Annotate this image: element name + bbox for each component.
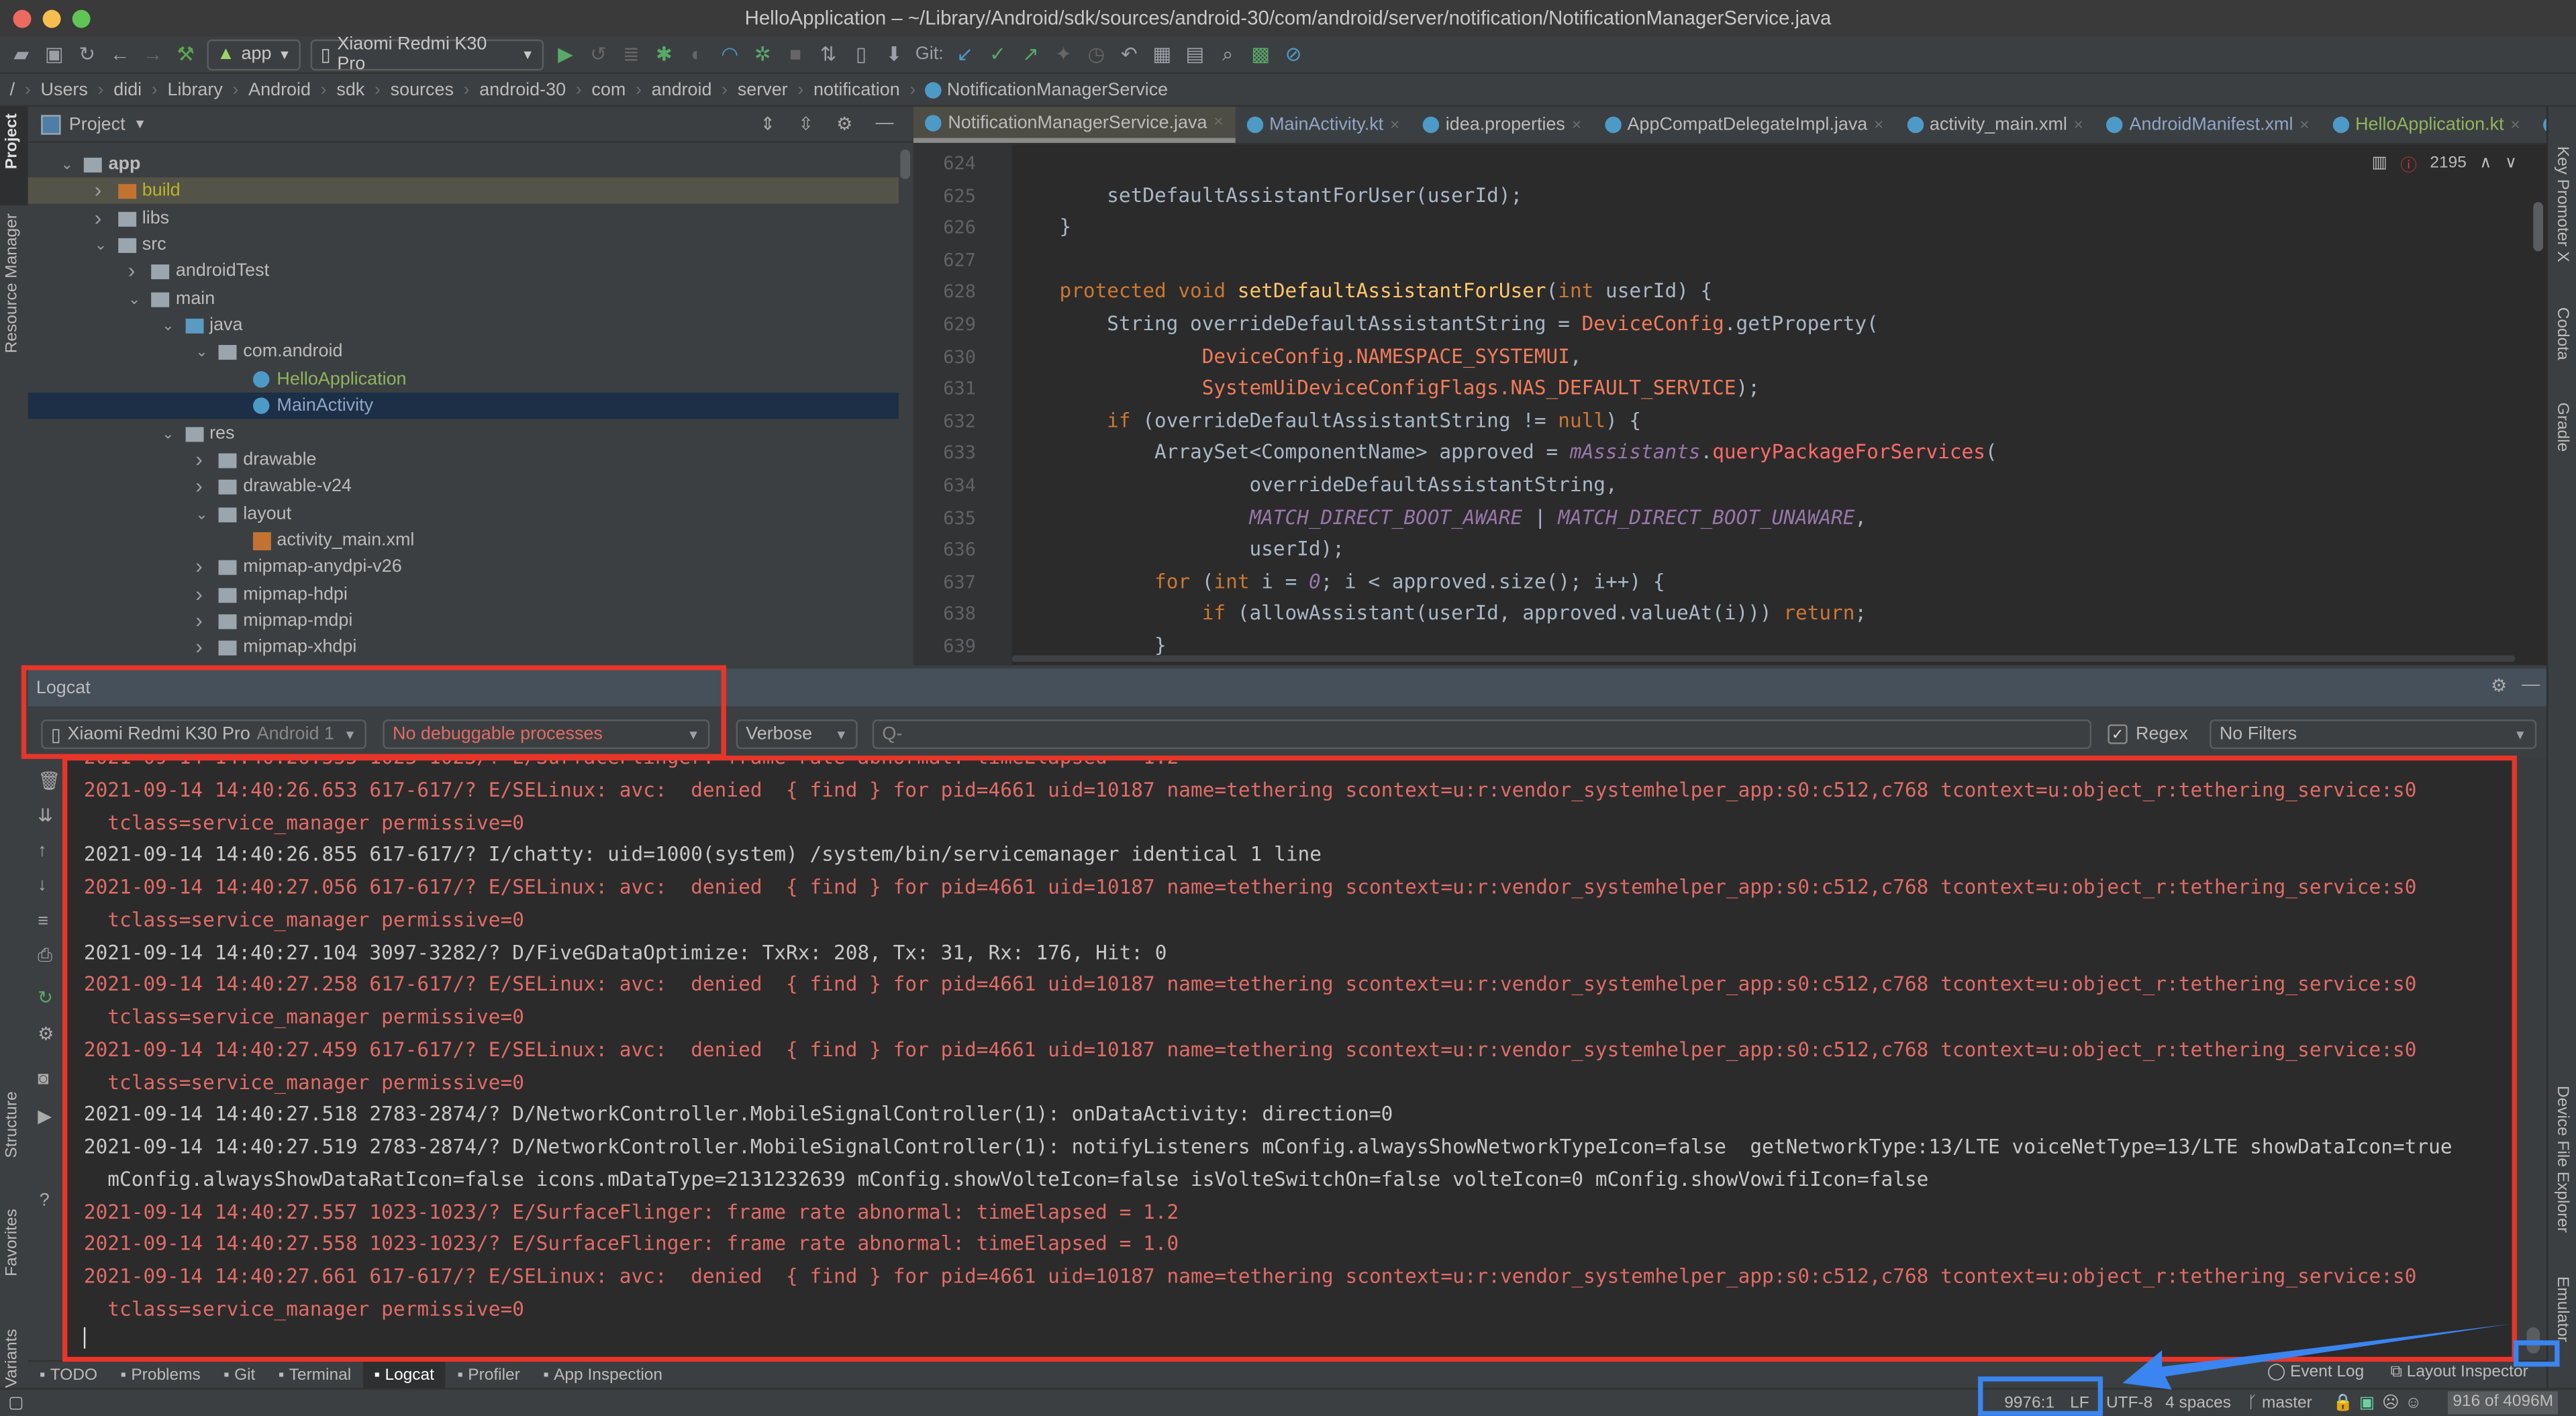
android-studio-window: HelloApplication – ~/Library/Android/sdk…	[0, 0, 2576, 1416]
annotation-arrow	[2122, 1323, 2511, 1390]
annotation-arrow-shape	[2122, 1323, 2511, 1390]
